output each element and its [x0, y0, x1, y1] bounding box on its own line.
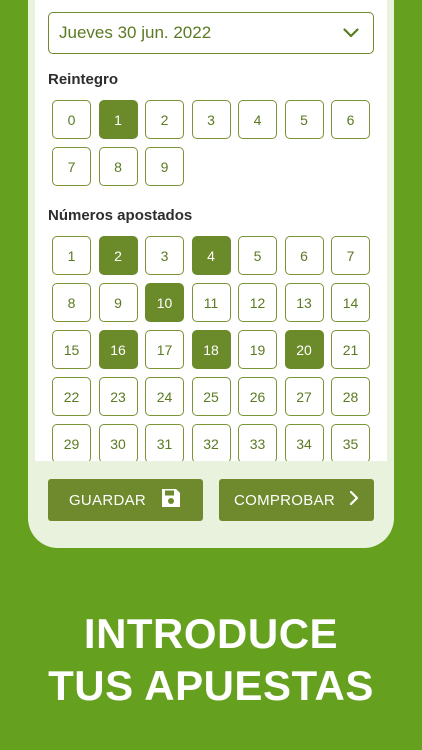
- apostado-number-23[interactable]: 23: [98, 377, 138, 416]
- apostado-number-16[interactable]: 16: [98, 330, 138, 369]
- reintegro-number-3[interactable]: 3: [191, 100, 231, 139]
- reintegro-number-2[interactable]: 2: [145, 100, 184, 139]
- apostado-number-35[interactable]: 35: [331, 424, 370, 463]
- apostado-number-8[interactable]: 8: [52, 283, 91, 322]
- phone-frame: Jueves 30 jun. 2022 Reintegro 0123456789…: [28, 0, 394, 548]
- reintegro-label: Reintegro: [48, 71, 119, 88]
- save-button-label: GUARDAR: [68, 491, 147, 509]
- apostado-number-13[interactable]: 13: [284, 283, 324, 322]
- check-button[interactable]: COMPROBAR: [219, 479, 374, 521]
- draw-date-select[interactable]: Jueves 30 jun. 2022: [48, 12, 374, 54]
- draw-date-value: Jueves 30 jun. 2022: [59, 23, 212, 42]
- app-screen: Jueves 30 jun. 2022 Reintegro 0123456789…: [35, 0, 387, 541]
- apostado-number-33[interactable]: 33: [238, 424, 277, 463]
- apostado-number-29[interactable]: 29: [52, 424, 91, 463]
- reintegro-number-1[interactable]: 1: [98, 100, 138, 139]
- apostado-number-4[interactable]: 4: [191, 236, 231, 275]
- apostado-number-20[interactable]: 20: [284, 330, 324, 369]
- apostado-number-10[interactable]: 10: [145, 283, 184, 322]
- headline-line-2: TUS APUESTAS: [48, 662, 374, 709]
- apostado-number-28[interactable]: 28: [331, 377, 370, 416]
- apostado-number-31[interactable]: 31: [145, 424, 184, 463]
- apostado-number-21[interactable]: 21: [331, 330, 370, 369]
- apostado-number-19[interactable]: 19: [238, 330, 277, 369]
- reintegro-number-6[interactable]: 6: [331, 100, 370, 139]
- reintegro-number-9[interactable]: 9: [145, 147, 184, 186]
- apostado-number-11[interactable]: 11: [191, 283, 231, 322]
- reintegro-number-7[interactable]: 7: [52, 147, 91, 186]
- apostado-number-3[interactable]: 3: [145, 236, 184, 275]
- apostado-number-30[interactable]: 30: [98, 424, 138, 463]
- apostado-number-26[interactable]: 26: [238, 377, 277, 416]
- apostado-number-14[interactable]: 14: [331, 283, 370, 322]
- check-button-label: COMPROBAR: [233, 491, 336, 509]
- reintegro-number-5[interactable]: 5: [284, 100, 324, 139]
- reintegro-grid: 0123456 789: [52, 100, 370, 186]
- reintegro-number-0[interactable]: 0: [52, 100, 91, 139]
- apostado-number-7[interactable]: 7: [331, 236, 370, 275]
- apostado-number-12[interactable]: 12: [238, 283, 277, 322]
- apostado-number-27[interactable]: 27: [284, 377, 324, 416]
- apostado-number-1[interactable]: 1: [52, 236, 91, 275]
- reintegro-number-4[interactable]: 4: [238, 100, 277, 139]
- apostado-number-22[interactable]: 22: [52, 377, 91, 416]
- apostado-number-17[interactable]: 17: [145, 330, 184, 369]
- apostado-number-5[interactable]: 5: [238, 236, 277, 275]
- headline-line-1: INTRODUCE: [83, 610, 339, 657]
- apostado-number-9[interactable]: 9: [98, 283, 138, 322]
- chevron-right-icon: [349, 490, 359, 510]
- apostado-number-2[interactable]: 2: [98, 236, 138, 275]
- apostado-number-34[interactable]: 34: [284, 424, 324, 463]
- apostado-number-6[interactable]: 6: [284, 236, 324, 275]
- floppy-disk-icon: [160, 487, 182, 513]
- apostado-number-25[interactable]: 25: [191, 377, 231, 416]
- chevron-down-icon: [343, 28, 359, 38]
- apostado-number-18[interactable]: 18: [191, 330, 231, 369]
- save-button[interactable]: GUARDAR: [48, 479, 203, 521]
- apostado-number-32[interactable]: 32: [191, 424, 231, 463]
- apostados-label: Números apostados: [48, 207, 193, 224]
- apostados-grid: 1 2 3 4 5 6 7 8 9 10 11 12 13 14 15 16 17 18 19 20 21 22 23 24 2…: [52, 236, 370, 463]
- reintegro-number-8[interactable]: 8: [98, 147, 138, 186]
- apostado-number-24[interactable]: 24: [145, 377, 184, 416]
- apostado-number-15[interactable]: 15: [52, 330, 91, 369]
